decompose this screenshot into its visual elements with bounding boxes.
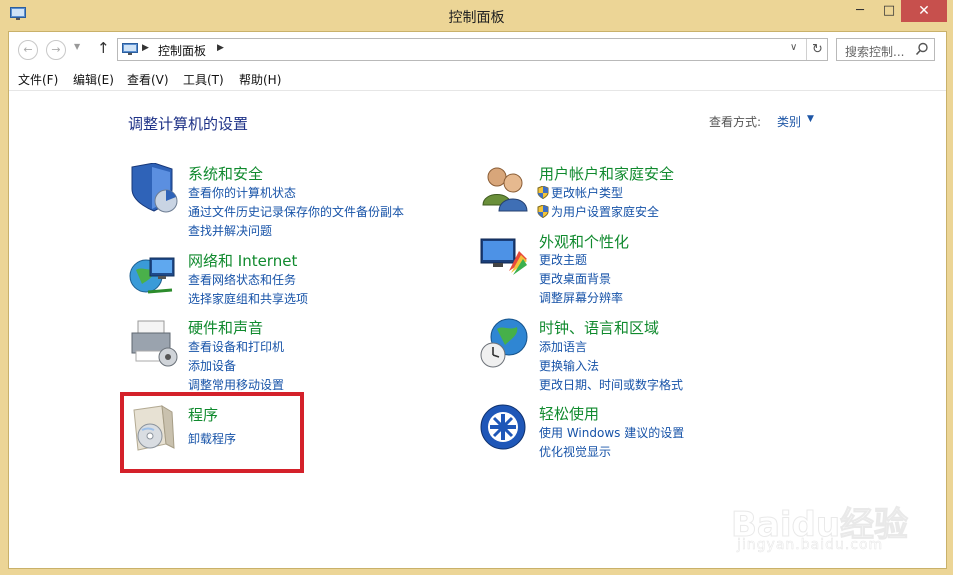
menu-bar: 文件(F) 编辑(E) 查看(V) 工具(T) 帮助(H) [9, 68, 946, 91]
category-title[interactable]: 时钟、语言和区域 [539, 317, 659, 338]
printer-icon[interactable] [128, 317, 180, 369]
search-icon[interactable] [915, 42, 929, 56]
link-mobility-settings[interactable]: 调整常用移动设置 [188, 376, 284, 393]
back-button[interactable]: ← [18, 40, 38, 60]
users-icon[interactable] [479, 163, 531, 215]
link-add-device[interactable]: 添加设备 [188, 357, 236, 374]
link-file-history[interactable]: 通过文件历史记录保存你的文件备份副本 [188, 203, 404, 220]
forward-button[interactable]: → [46, 40, 66, 60]
category-title[interactable]: 网络和 Internet [188, 250, 297, 271]
minimize-button[interactable]: ─ [845, 0, 875, 22]
ease-of-access-icon[interactable] [479, 403, 531, 455]
view-by-dropdown[interactable]: 类别 [777, 113, 801, 130]
view-by-label: 查看方式: [709, 115, 762, 129]
menu-view[interactable]: 查看(V) [127, 71, 169, 88]
uac-shield-icon [537, 186, 549, 199]
category-title[interactable]: 硬件和声音 [188, 317, 263, 338]
refresh-button[interactable]: ↻ [806, 39, 828, 60]
link-check-status[interactable]: 查看你的计算机状态 [188, 184, 296, 201]
menu-help[interactable]: 帮助(H) [239, 71, 281, 88]
client-area: ← → ▼ ↑ ▶ 控制面板 ▶ ∨ ↻ 搜索控制... 文件(F) 编辑(E)… [8, 31, 947, 569]
recent-locations-button[interactable]: ▼ [74, 42, 80, 51]
appearance-monitor-icon[interactable] [479, 231, 531, 283]
navigation-bar: ← → ▼ ↑ ▶ 控制面板 ▶ ∨ ↻ 搜索控制... [9, 32, 946, 68]
menu-file[interactable]: 文件(F) [18, 71, 58, 88]
network-globe-icon[interactable] [128, 250, 180, 302]
breadcrumb-chevron-icon[interactable]: ▶ [142, 43, 149, 53]
security-shield-icon[interactable] [128, 163, 180, 215]
link-change-input-method[interactable]: 更换输入法 [539, 357, 599, 374]
link-homegroup[interactable]: 选择家庭组和共享选项 [188, 290, 308, 307]
category-title[interactable]: 系统和安全 [188, 163, 263, 184]
up-button[interactable]: ↑ [97, 39, 110, 57]
link-date-time-format[interactable]: 更改日期、时间或数字格式 [539, 376, 683, 393]
highlight-box [120, 392, 304, 473]
link-network-status[interactable]: 查看网络状态和任务 [188, 271, 296, 288]
link-screen-resolution[interactable]: 调整屏幕分辨率 [539, 289, 623, 306]
breadcrumb-control-panel[interactable]: 控制面板 [158, 42, 206, 59]
window-title: 控制面板 [448, 10, 505, 26]
link-optimize-visual[interactable]: 优化视觉显示 [539, 443, 611, 460]
clock-globe-icon[interactable] [479, 317, 531, 369]
category-title[interactable]: 外观和个性化 [539, 231, 629, 252]
menu-edit[interactable]: 编辑(E) [73, 71, 114, 88]
link-change-account-type[interactable]: 更改帐户类型 [551, 184, 623, 201]
control-panel-window: 控制面板 ─ □ ✕ ← → ▼ ↑ ▶ 控制面板 ▶ ∨ ↻ 搜索控制... … [0, 0, 953, 575]
breadcrumb-chevron-icon[interactable]: ▶ [217, 43, 224, 53]
title-bar[interactable]: 控制面板 ─ □ ✕ [0, 0, 953, 32]
page-title: 调整计算机的设置 [128, 115, 249, 133]
link-troubleshoot[interactable]: 查找并解决问题 [188, 222, 272, 239]
address-bar[interactable]: ▶ 控制面板 ▶ ∨ ↻ [117, 38, 828, 61]
address-dropdown-icon[interactable]: ∨ [790, 42, 797, 53]
category-title[interactable]: 用户帐户和家庭安全 [539, 163, 674, 184]
close-button[interactable]: ✕ [901, 0, 947, 22]
link-devices-printers[interactable]: 查看设备和打印机 [188, 338, 284, 355]
link-windows-recommended[interactable]: 使用 Windows 建议的设置 [539, 424, 684, 441]
category-title[interactable]: 轻松使用 [539, 403, 599, 424]
maximize-button[interactable]: □ [874, 0, 904, 22]
watermark-url: jingyan.baidu.com [737, 537, 884, 554]
menu-tools[interactable]: 工具(T) [183, 71, 224, 88]
link-change-theme[interactable]: 更改主题 [539, 251, 587, 268]
control-panel-icon [122, 43, 138, 55]
chevron-down-icon[interactable]: ▼ [807, 114, 814, 124]
uac-shield-icon [537, 205, 549, 218]
link-family-safety[interactable]: 为用户设置家庭安全 [551, 203, 659, 220]
link-add-language[interactable]: 添加语言 [539, 338, 587, 355]
search-placeholder: 搜索控制... [845, 45, 905, 59]
search-input[interactable]: 搜索控制... [836, 38, 935, 61]
baidu-watermark: Baidu经验 jingyan.baidu.com [730, 495, 931, 555]
link-desktop-background[interactable]: 更改桌面背景 [539, 270, 611, 287]
